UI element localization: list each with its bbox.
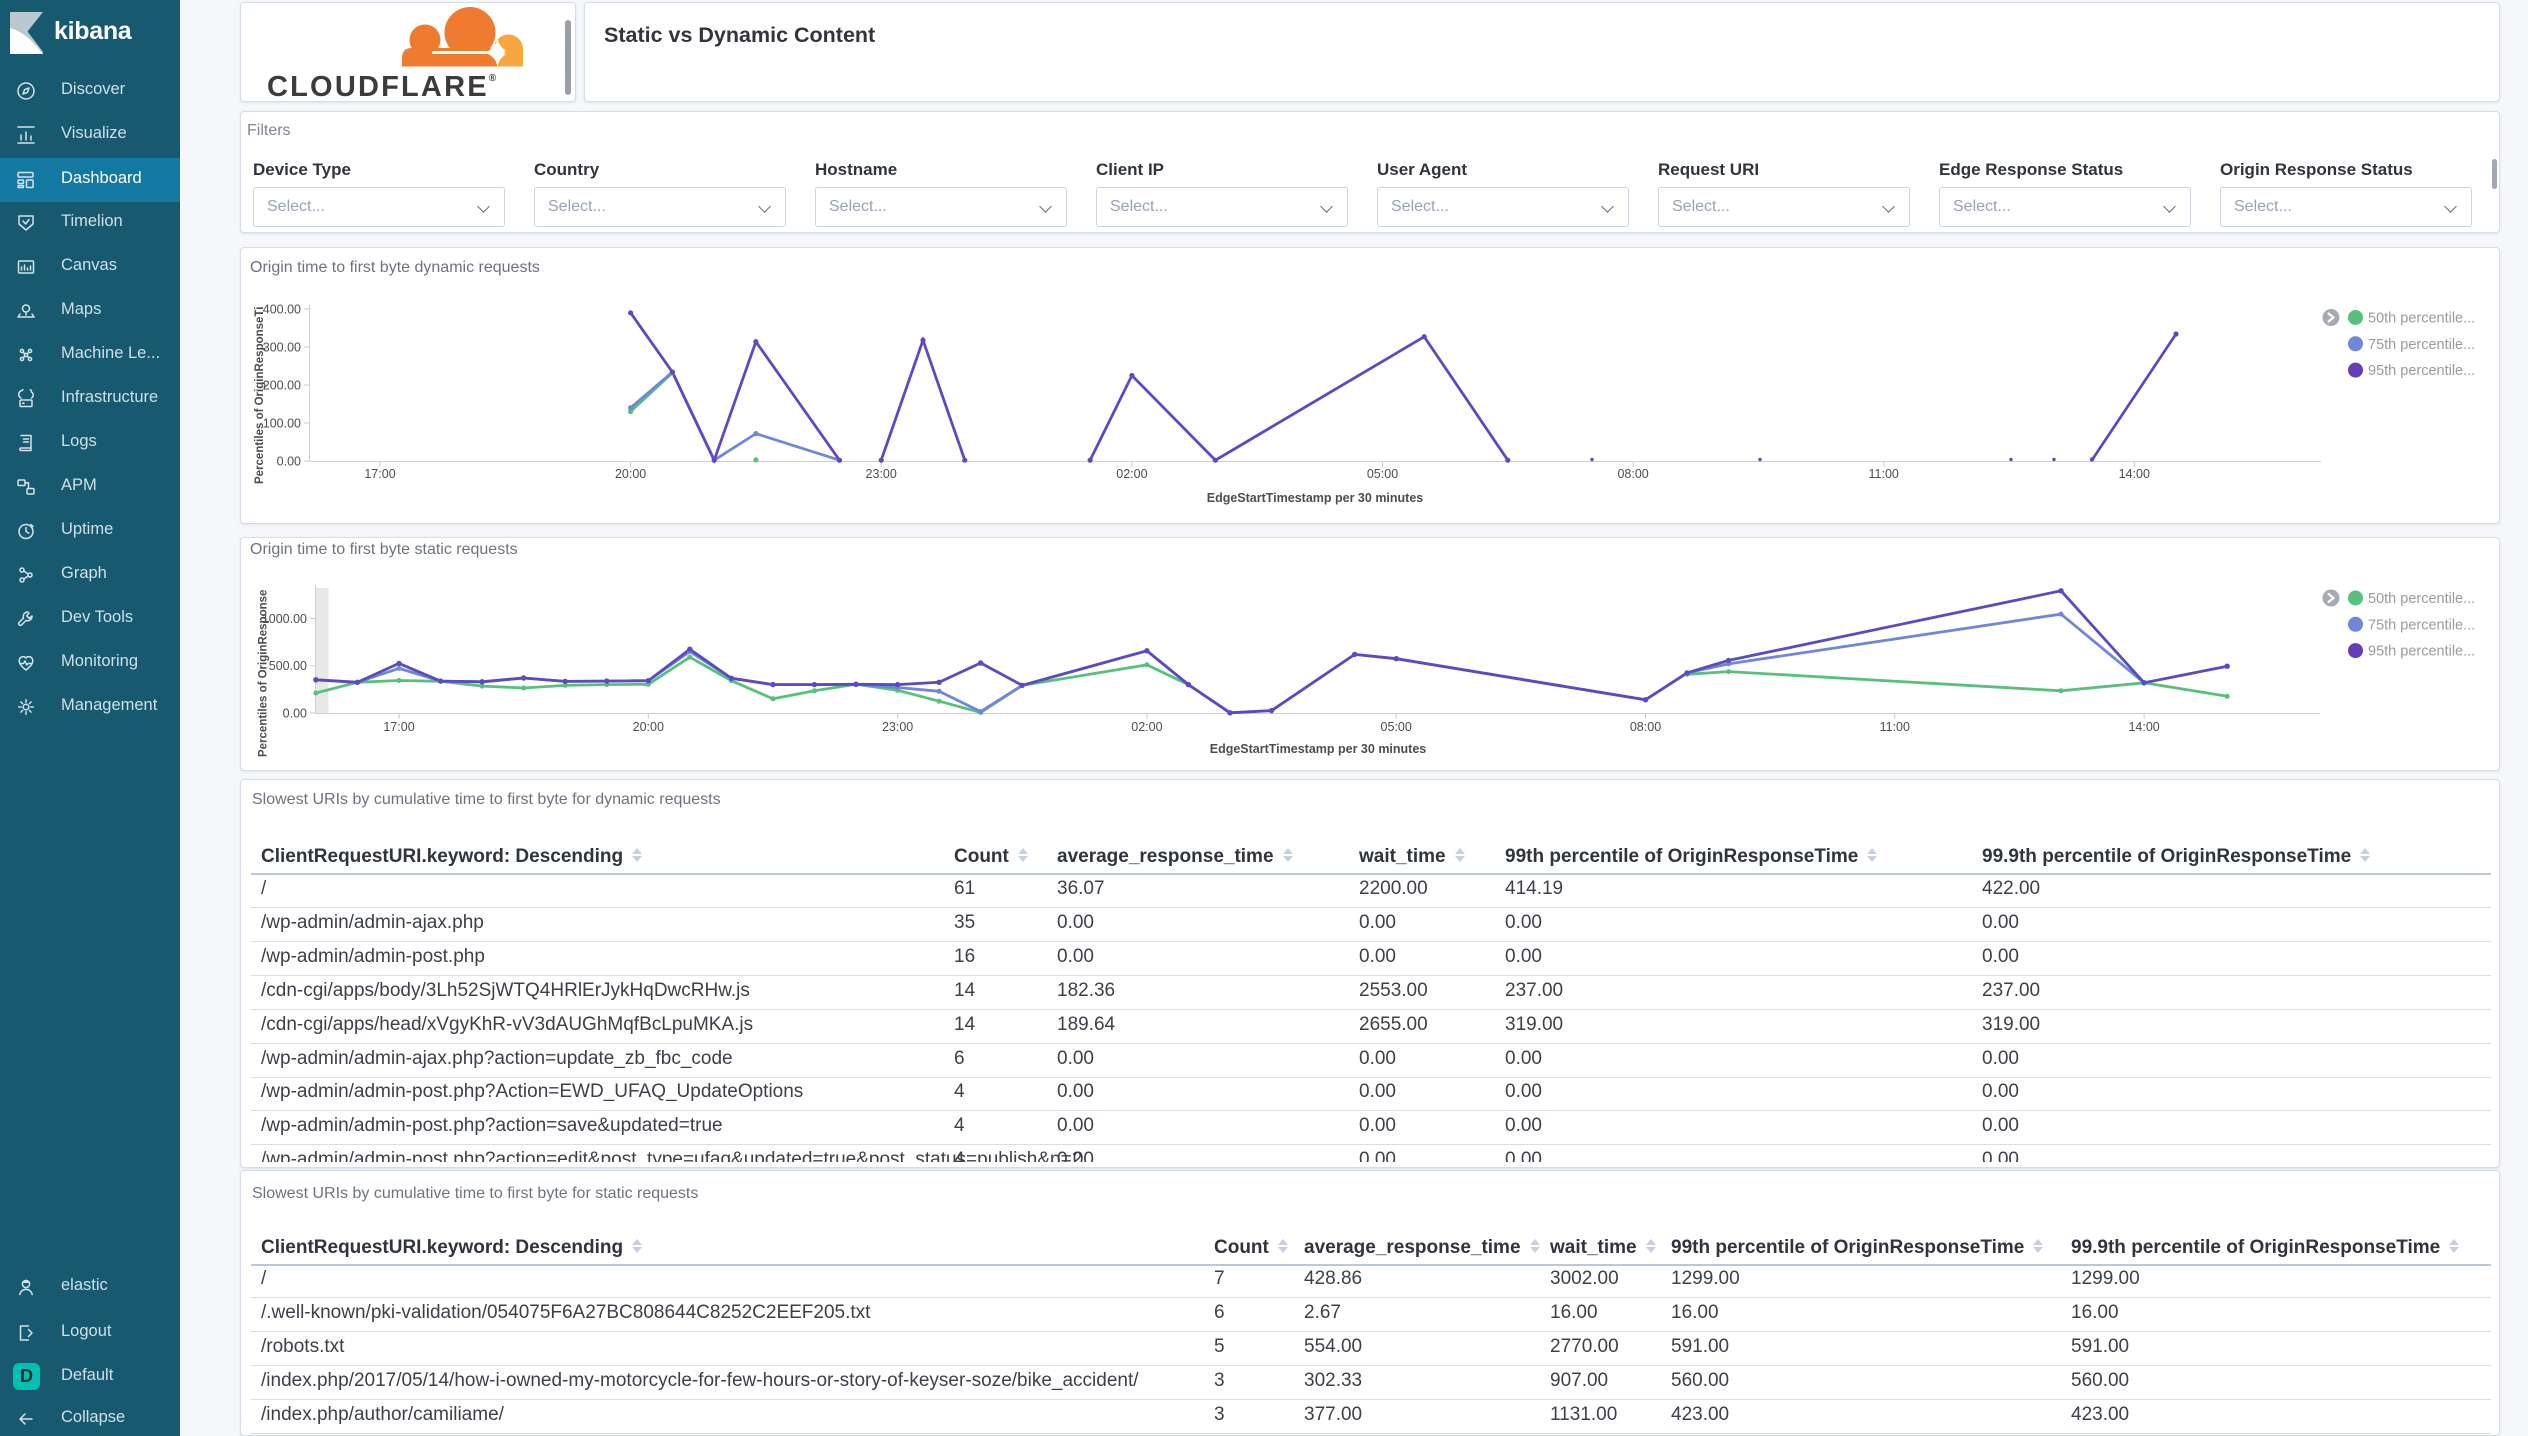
svg-text:EdgeStartTimestamp per 30 minu: EdgeStartTimestamp per 30 minutes bbox=[1210, 742, 1427, 756]
svg-text:95th percentile...: 95th percentile... bbox=[2368, 644, 2475, 660]
svg-text:02:00: 02:00 bbox=[1131, 720, 1162, 734]
svg-text:08:00: 08:00 bbox=[1630, 720, 1661, 734]
svg-text:Percentiles of OriginResponse: Percentiles of OriginResponse bbox=[258, 590, 270, 757]
svg-text:05:00: 05:00 bbox=[1381, 720, 1412, 734]
svg-text:0.00: 0.00 bbox=[283, 707, 307, 721]
svg-text:11:00: 11:00 bbox=[1880, 720, 1910, 734]
svg-text:50th percentile...: 50th percentile... bbox=[2368, 591, 2475, 607]
svg-text:17:00: 17:00 bbox=[383, 720, 414, 734]
svg-text:75th percentile...: 75th percentile... bbox=[2368, 617, 2475, 633]
svg-text:500.00: 500.00 bbox=[269, 659, 307, 673]
svg-text:20:00: 20:00 bbox=[633, 720, 664, 734]
svg-text:14:00: 14:00 bbox=[2128, 720, 2159, 734]
svg-text:23:00: 23:00 bbox=[882, 720, 913, 734]
